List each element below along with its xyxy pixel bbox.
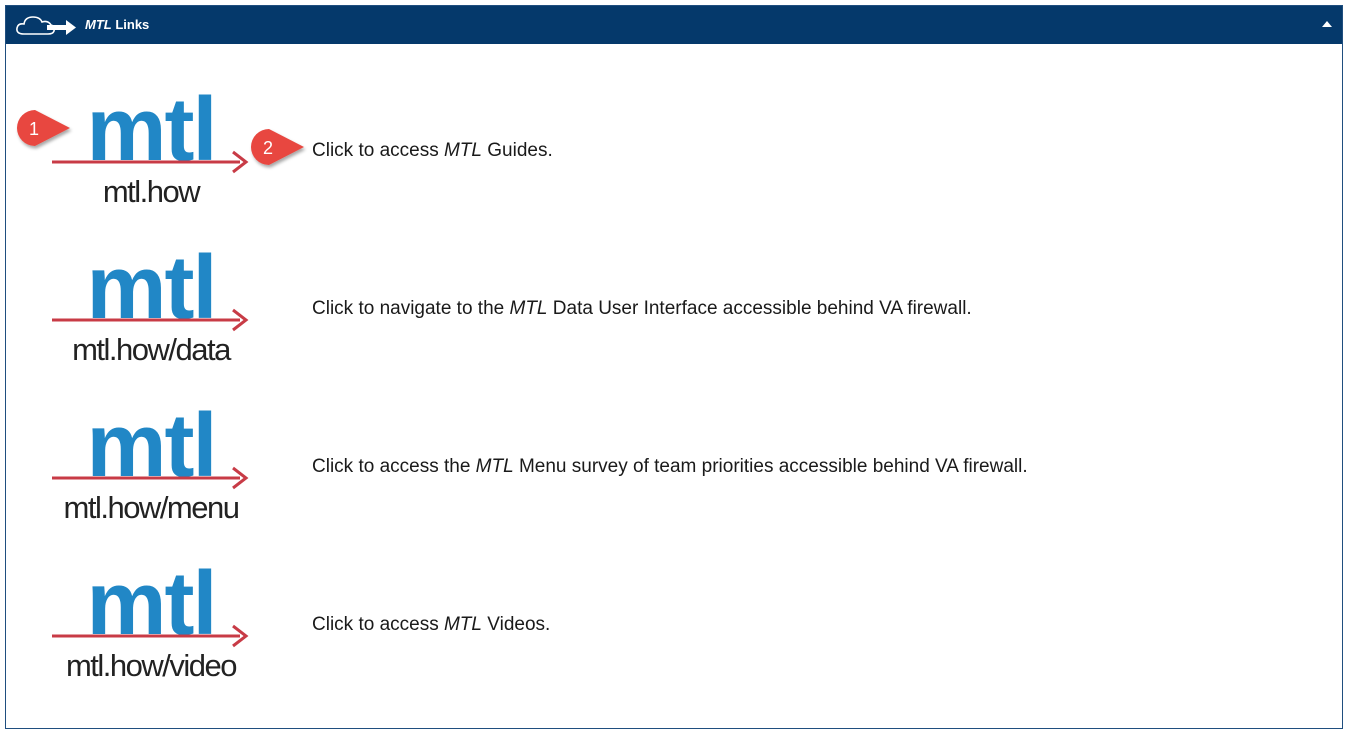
- panel-title: MTL Links: [85, 17, 150, 32]
- link-description: Click to access the MTL Menu survey of t…: [312, 456, 1028, 477]
- logo-word: mtl: [87, 88, 216, 180]
- mtl-data-logo-link[interactable]: mtl mtl.how/data: [50, 246, 255, 371]
- logo-word: mtl: [87, 404, 216, 496]
- logo-word: mtl: [87, 562, 216, 654]
- callout-2: 2: [250, 129, 304, 165]
- callout-number: 2: [263, 138, 273, 158]
- mtl-links-panel: MTL Links mtl mtl.how Click to access MT…: [5, 5, 1343, 729]
- panel-header: MTL Links: [6, 6, 1342, 44]
- callout-number: 1: [29, 119, 39, 139]
- logo-url: mtl.how/video: [66, 648, 236, 683]
- callout-1: 1: [16, 110, 70, 146]
- cloud-arrow-icon: [16, 16, 76, 35]
- link-description: Click to access MTL Videos.: [312, 614, 551, 635]
- link-row-video: mtl mtl.how/video Click to access MTL Vi…: [6, 562, 1306, 692]
- logo-url: mtl.how/menu: [64, 490, 239, 525]
- logo-url: mtl.how/data: [72, 332, 232, 367]
- mtl-guides-logo-link[interactable]: mtl mtl.how: [50, 88, 255, 213]
- link-row-menu: mtl mtl.how/menu Click to access the MTL…: [6, 404, 1306, 534]
- caret-up-icon[interactable]: [1322, 21, 1332, 27]
- link-row-guides: mtl mtl.how Click to access MTL Guides.: [6, 88, 1306, 218]
- logo-url: mtl.how: [103, 174, 201, 209]
- mtl-menu-logo-link[interactable]: mtl mtl.how/menu: [50, 404, 255, 529]
- mtl-video-logo-link[interactable]: mtl mtl.how/video: [50, 562, 255, 687]
- link-description: Click to access MTL Guides.: [312, 140, 553, 161]
- link-description: Click to navigate to the MTL Data User I…: [312, 298, 972, 319]
- logo-word: mtl: [87, 246, 216, 338]
- link-row-data: mtl mtl.how/data Click to navigate to th…: [6, 246, 1306, 376]
